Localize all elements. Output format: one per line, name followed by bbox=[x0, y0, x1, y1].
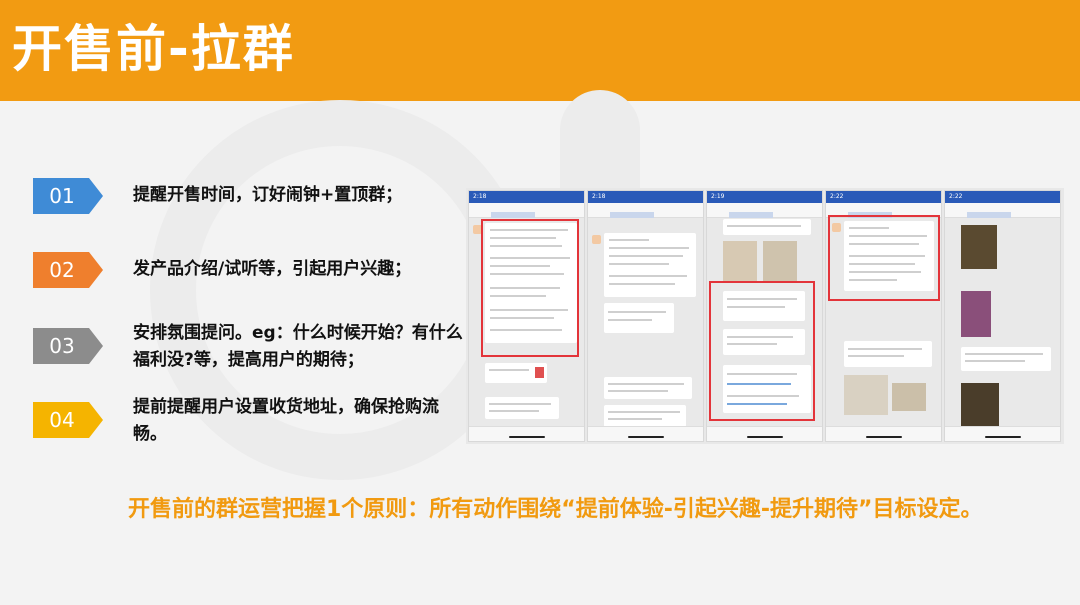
chat-screenshot-4: 2:22 bbox=[825, 190, 942, 442]
chat-input-bar bbox=[945, 426, 1060, 441]
product-image bbox=[961, 291, 991, 337]
step-badge-02: 02 bbox=[33, 252, 103, 288]
avatar bbox=[592, 235, 601, 244]
step-text: 提醒开售时间，订好闹钟+置顶群； bbox=[133, 185, 403, 205]
chat-input-bar bbox=[469, 426, 584, 441]
phone-status-bar: 2:19 bbox=[707, 191, 822, 203]
step-text: 提前提醒用户设置收货地址，确保抢购流畅。 bbox=[133, 397, 439, 444]
file-bubble bbox=[485, 363, 547, 383]
chat-bubble bbox=[844, 221, 934, 291]
product-image bbox=[961, 225, 997, 269]
chat-screenshot-3: 2:19 bbox=[706, 190, 823, 442]
chat-input-bar bbox=[588, 426, 703, 441]
chat-bubble bbox=[604, 233, 696, 297]
chat-bubble bbox=[485, 397, 559, 419]
chat-bubble bbox=[604, 405, 686, 427]
chat-input-bar bbox=[826, 426, 941, 441]
chat-screenshot-2: 2:18 bbox=[587, 190, 704, 442]
step-badge-01: 01 bbox=[33, 178, 103, 214]
chat-header bbox=[945, 203, 1060, 218]
step-number: 01 bbox=[49, 184, 75, 208]
chat-bubble bbox=[723, 329, 805, 355]
page-title: 开售前-拉群 bbox=[12, 20, 295, 78]
title-banner: 开售前-拉群 bbox=[0, 0, 1080, 101]
step-badge-04: 04 bbox=[33, 402, 103, 438]
highlight-box bbox=[481, 219, 579, 357]
image-thumbnail bbox=[844, 375, 888, 415]
phone-status-bar: 2:18 bbox=[588, 191, 703, 203]
chat-bubble bbox=[723, 291, 805, 321]
chat-bubble bbox=[961, 347, 1051, 371]
step-number: 04 bbox=[49, 408, 75, 432]
step-number: 03 bbox=[49, 334, 75, 358]
chat-bubble bbox=[604, 377, 692, 399]
phone-status-bar: 2:22 bbox=[945, 191, 1060, 203]
principle-statement: 开售前的群运营把握1个原则：所有动作围绕“提前体验-引起兴趣-提升期待”目标设定… bbox=[128, 497, 983, 522]
step-text: 安排氛围提问。eg：什么时候开始？有什么福利没?等，提高用户的期待； bbox=[133, 323, 463, 370]
phone-status-bar: 2:18 bbox=[469, 191, 584, 203]
chat-bubble bbox=[604, 303, 674, 333]
link-bubble bbox=[723, 365, 811, 413]
image-thumbnail bbox=[723, 241, 757, 281]
step-text: 发产品介绍/试听等，引起用户兴趣； bbox=[133, 259, 412, 279]
chat-screenshots-panel: 2:18 2:18 2:19 2:22 2:22 bbox=[466, 188, 1064, 444]
chat-header bbox=[469, 203, 584, 218]
chat-header bbox=[707, 203, 822, 218]
chat-screenshot-1: 2:18 bbox=[468, 190, 585, 442]
chat-bubble bbox=[844, 341, 932, 367]
image-thumbnail bbox=[892, 383, 926, 411]
avatar bbox=[832, 223, 841, 232]
chat-input-bar bbox=[707, 426, 822, 441]
step-badge-03: 03 bbox=[33, 328, 103, 364]
chat-screenshot-5: 2:22 bbox=[944, 190, 1061, 442]
chat-bubble bbox=[723, 219, 811, 235]
image-thumbnail bbox=[763, 241, 797, 281]
phone-status-bar: 2:22 bbox=[826, 191, 941, 203]
product-image bbox=[961, 383, 999, 427]
chat-header bbox=[588, 203, 703, 218]
step-number: 02 bbox=[49, 258, 75, 282]
